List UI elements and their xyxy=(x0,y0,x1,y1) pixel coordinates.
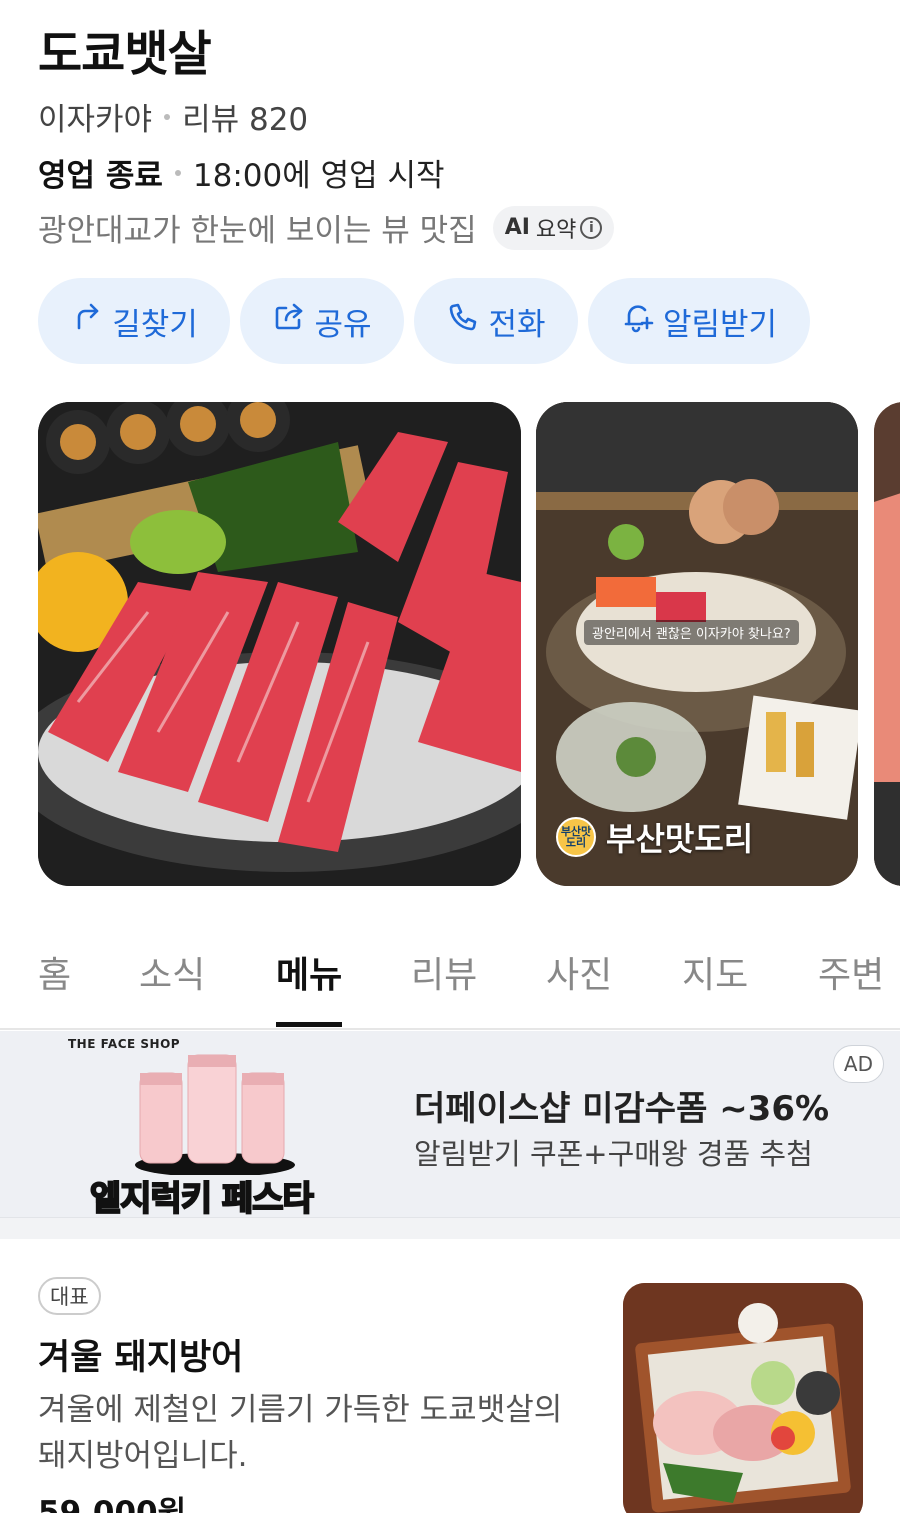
tab-home[interactable]: 홈 xyxy=(38,946,71,998)
menu-item[interactable]: 대표 겨울 돼지방어 겨울에 제철인 기름기 가득한 도쿄뱃살의 돼지방어입니다… xyxy=(0,1239,900,1513)
tab-map[interactable]: 지도 xyxy=(682,946,748,998)
bell-plus-icon xyxy=(621,300,655,342)
call-button[interactable]: 전화 xyxy=(414,278,578,364)
separator-dot xyxy=(164,113,171,120)
share-label: 공유 xyxy=(314,306,372,343)
menu-name: 겨울 돼지방어 xyxy=(38,1338,244,1378)
product-image xyxy=(135,1054,295,1175)
creator-tag[interactable]: 부산맛도리 부산맛도리 xyxy=(556,814,753,860)
phone-icon xyxy=(446,300,480,342)
tab-reviews[interactable]: 리뷰 xyxy=(411,946,477,998)
active-tab-indicator xyxy=(276,1022,342,1027)
signature-badge: 대표 xyxy=(38,1277,101,1315)
notify-button[interactable]: 알림받기 xyxy=(588,278,810,364)
action-buttons: 길찾기 공유 전화 알림받기 xyxy=(38,278,810,364)
tab-photos[interactable]: 사진 xyxy=(546,946,612,998)
creator-name: 부산맛도리 xyxy=(606,820,754,858)
place-category: 이자카야 xyxy=(38,102,153,138)
ad-banner[interactable]: THE FACE SHOP 엘지럭키 페스타 AD 더페이스샵 미감수폼 ~36… xyxy=(0,1031,900,1217)
place-name: 도쿄뱃살 xyxy=(38,26,212,82)
notify-label: 알림받기 xyxy=(662,306,778,343)
creator-avatar: 부산맛도리 xyxy=(556,817,596,857)
tab-nearby[interactable]: 주변 xyxy=(818,946,884,998)
opening-time: 18:00에 영업 시작 xyxy=(192,158,445,194)
place-tabs: 홈 소식 메뉴 리뷰 사진 지도 주변 xyxy=(0,946,900,1030)
ai-summary-label: 요약 xyxy=(535,217,577,243)
ad-subtitle: 알림받기 쿠폰+구매왕 경품 추첨 xyxy=(414,1137,813,1171)
ai-label: AI xyxy=(504,215,530,240)
food-photo-partial[interactable] xyxy=(874,402,900,886)
directions-button[interactable]: 길찾기 xyxy=(38,278,230,364)
directions-icon xyxy=(70,300,104,342)
food-photo-tuna[interactable] xyxy=(38,402,521,886)
share-icon xyxy=(272,300,306,342)
photo-carousel[interactable]: 광안리에서 괜찮은 이자카야 찾나요? 부산맛도리 부산맛도리 xyxy=(38,402,900,886)
place-meta: 이자카야 리뷰 820 xyxy=(38,94,308,139)
section-divider xyxy=(0,1217,900,1239)
ad-badge[interactable]: AD xyxy=(832,1045,884,1083)
menu-description: 겨울에 제철인 기름기 가득한 도쿄뱃살의 돼지방어입니다. xyxy=(38,1392,563,1474)
menu-photo[interactable] xyxy=(623,1283,863,1513)
directions-label: 길찾기 xyxy=(112,306,198,343)
review-count-link[interactable]: 리뷰 820 xyxy=(182,94,308,139)
place-summary: 광안대교가 한눈에 보이는 뷰 맛집 xyxy=(38,213,477,249)
place-summary-row: 광안대교가 한눈에 보이는 뷰 맛집 AI 요약 i xyxy=(38,205,615,250)
tab-menu[interactable]: 메뉴 xyxy=(276,946,342,998)
business-hours[interactable]: 영업 종료 18:00에 영업 시작 xyxy=(38,150,445,195)
separator-dot xyxy=(174,169,181,176)
ad-title: 더페이스샵 미감수폼 ~36% xyxy=(414,1089,830,1129)
menu-price: 59,000원 xyxy=(38,1495,187,1513)
business-status: 영업 종료 xyxy=(38,158,163,194)
food-photo-sashimi-platter[interactable]: 광안리에서 괜찮은 이자카야 찾나요? 부산맛도리 부산맛도리 xyxy=(536,402,858,886)
ai-summary-chip[interactable]: AI 요약 i xyxy=(492,205,615,250)
tab-news[interactable]: 소식 xyxy=(139,946,205,998)
ad-festival-logo: 엘지럭키 페스타 xyxy=(89,1178,315,1217)
call-label: 전화 xyxy=(488,306,546,343)
info-icon: i xyxy=(580,216,603,239)
share-button[interactable]: 공유 xyxy=(240,278,404,364)
photo-caption: 광안리에서 괜찮은 이자카야 찾나요? xyxy=(584,620,799,645)
